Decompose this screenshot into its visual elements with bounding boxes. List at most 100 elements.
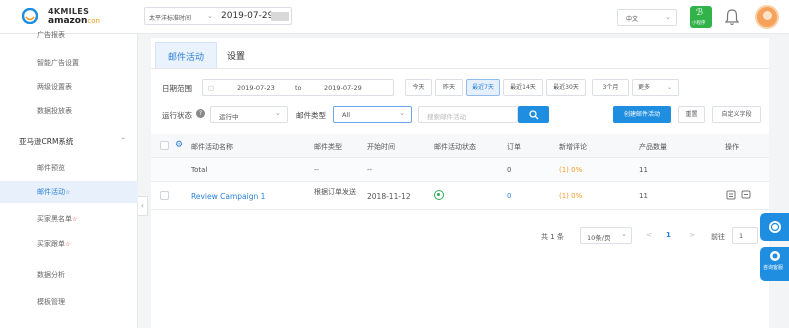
chevron-up-icon: ⌃ (120, 136, 127, 145)
chevron-down-icon: ⌄ (665, 13, 671, 21)
search-button[interactable] (518, 106, 549, 123)
sidebar-group-label: 亚马逊CRM系统 (19, 137, 74, 146)
chevron-down-icon: ⌄ (621, 230, 627, 238)
table-header: ⚙ 邮件活动名称 邮件类型 开始时间 邮件活动状态 订单 新增评论 产品数量 操… (151, 134, 769, 158)
goto-page-input[interactable]: 1 (732, 227, 758, 244)
goto-page-value: 1 (739, 232, 744, 240)
report-icon[interactable] (726, 190, 736, 200)
chevron-down-icon: ⌄ (207, 12, 213, 20)
quick-more-select[interactable]: 更多 ⌄ (632, 79, 679, 96)
col-reviews[interactable]: 新增评论 (559, 142, 587, 152)
quick-7days-button[interactable]: 最近7天 (466, 79, 500, 96)
row-reviews: (1) 0% (559, 166, 583, 174)
chevron-down-icon: ⌄ (399, 109, 405, 117)
floating-support-button[interactable]: 咨询客服 (760, 247, 789, 281)
mini-program-button[interactable]: ℬ 小程序 (690, 6, 712, 28)
reset-button[interactable]: 重置 (678, 106, 705, 123)
col-orders[interactable]: 订单 (507, 142, 521, 152)
row-start: -- (367, 166, 373, 174)
select-all-checkbox[interactable] (160, 141, 169, 150)
col-name[interactable]: 邮件活动名称 (191, 142, 233, 152)
sidebar-item-ad-report[interactable]: 广告报表 (0, 24, 138, 46)
sidebar-item-label: 模板管理 (37, 298, 65, 306)
status-dot (437, 193, 440, 196)
page-size-select[interactable]: 10条/页 ⌄ (580, 227, 632, 244)
sidebar-item-label: 智能广告设置 (37, 59, 79, 67)
sidebar-group-crm[interactable]: 亚马逊CRM系统 ⌃ (0, 130, 138, 152)
page-size-value: 10条/页 (587, 234, 611, 242)
quick-30days-button[interactable]: 最近30天 (546, 79, 586, 96)
row-start: 2018-11-12 (367, 192, 411, 201)
timezone-select[interactable]: 太平洋标准时间 ⌄ 2019-07-29 (144, 7, 292, 25)
timezone-label: 太平洋标准时间 (149, 15, 192, 22)
sidebar-item-blacklist[interactable]: 买家黑名单☆ (0, 208, 138, 230)
sidebar-item-label: 数据分析 (37, 271, 65, 279)
tab-divider (151, 68, 769, 69)
sidebar-item-label: 邮件预览 (37, 164, 65, 172)
language-select[interactable]: 中文 ⌄ (617, 9, 677, 26)
language-value: 中文 (626, 16, 639, 23)
search-input[interactable]: 搜索邮件活动 (418, 106, 518, 123)
bell-icon[interactable] (724, 8, 740, 26)
sidebar-item-label-group: 邮件活动☆ (37, 187, 70, 197)
help-icon[interactable]: ? (196, 109, 205, 118)
row-checkbox[interactable] (160, 191, 169, 200)
sidebar-item-templates[interactable]: 模板管理 (0, 291, 138, 313)
sidebar: 广告报表 智能广告设置 两级设置表 数据投放表 亚马逊CRM系统 ⌃ 邮件预览 邮… (0, 31, 138, 328)
sidebar-item-analysis[interactable]: 数据分析 (0, 264, 138, 286)
sidebar-item-settings-table[interactable]: 两级设置表 (0, 76, 138, 98)
col-status[interactable]: 邮件活动状态 (434, 142, 476, 152)
status-label: 运行状态 (162, 111, 192, 120)
quick-3months-button[interactable]: 3个月 (592, 79, 629, 96)
page-number[interactable]: 1 (666, 231, 671, 239)
sidebar-item-data-table[interactable]: 数据投放表 (0, 100, 138, 122)
mail-type-value: All (342, 111, 351, 119)
new-badge: ☆ (72, 216, 78, 223)
row-reviews[interactable]: (1) 0% (559, 192, 582, 200)
new-badge: ☆ (65, 189, 71, 196)
floating-chat-button[interactable] (760, 213, 789, 241)
chevron-down-icon: ⌄ (275, 109, 281, 117)
logo-mark-icon (22, 8, 38, 24)
calendar-icon: ▢ (208, 84, 215, 92)
date-range-picker[interactable]: ▢ 2019-07-23 to 2019-07-29 (202, 79, 394, 96)
mini-program-icon: ℬ (696, 8, 704, 18)
col-start[interactable]: 开始时间 (367, 142, 395, 152)
col-products[interactable]: 产品数量 (639, 142, 667, 152)
next-page-button[interactable]: > (689, 231, 695, 239)
sidebar-collapse-handle[interactable]: ‹ (138, 196, 148, 216)
sidebar-item-follow[interactable]: 买家跟单☆ (0, 233, 138, 255)
row-name-link[interactable]: Review Campaign 1 (191, 192, 265, 201)
quick-today-button[interactable]: 今天 (405, 79, 432, 96)
create-campaign-button[interactable]: 创建邮件活动 (613, 106, 671, 123)
status-running-icon[interactable] (434, 190, 444, 200)
status-select[interactable]: 运行中 ⌄ (210, 106, 288, 123)
mail-type-select[interactable]: All ⌄ (333, 106, 412, 123)
col-actions: 操作 (725, 143, 739, 151)
current-date: 2019-07-29 (221, 11, 274, 21)
settings-gear-icon[interactable]: ⚙ (175, 140, 183, 150)
sidebar-item-smart-ad[interactable]: 智能广告设置 (0, 52, 138, 74)
date-range-label: 日期范围 (162, 84, 192, 93)
col-type[interactable]: 邮件类型 (314, 142, 342, 152)
message-icon[interactable] (741, 190, 751, 200)
support-icon (770, 251, 780, 261)
prev-page-button[interactable]: < (646, 231, 652, 239)
sidebar-item-label-group: 买家黑名单☆ (37, 214, 77, 224)
avatar[interactable] (755, 5, 779, 29)
row-products: 11 (639, 192, 648, 200)
custom-fields-button[interactable]: 自定义字段 (712, 106, 761, 123)
quick-yesterday-button[interactable]: 昨天 (435, 79, 463, 96)
row-type: -- (314, 166, 320, 174)
chat-icon (769, 221, 781, 233)
sidebar-item-mail-campaign[interactable]: 邮件活动☆ (0, 181, 138, 203)
tab-mail-campaign[interactable]: 邮件活动 (155, 42, 218, 68)
tab-settings[interactable]: 设置 (215, 42, 257, 68)
quick-more-label: 更多 (638, 84, 651, 91)
search-placeholder: 搜索邮件活动 (427, 113, 466, 121)
row-orders[interactable]: 0 (507, 192, 511, 200)
new-badge: ☆ (65, 241, 71, 248)
sidebar-item-mail-preview[interactable]: 邮件预览 (0, 157, 138, 179)
table-row: Review Campaign 1 根据订单发送 2018-11-12 0 (1… (151, 182, 769, 210)
quick-14days-button[interactable]: 最近14天 (503, 79, 543, 96)
